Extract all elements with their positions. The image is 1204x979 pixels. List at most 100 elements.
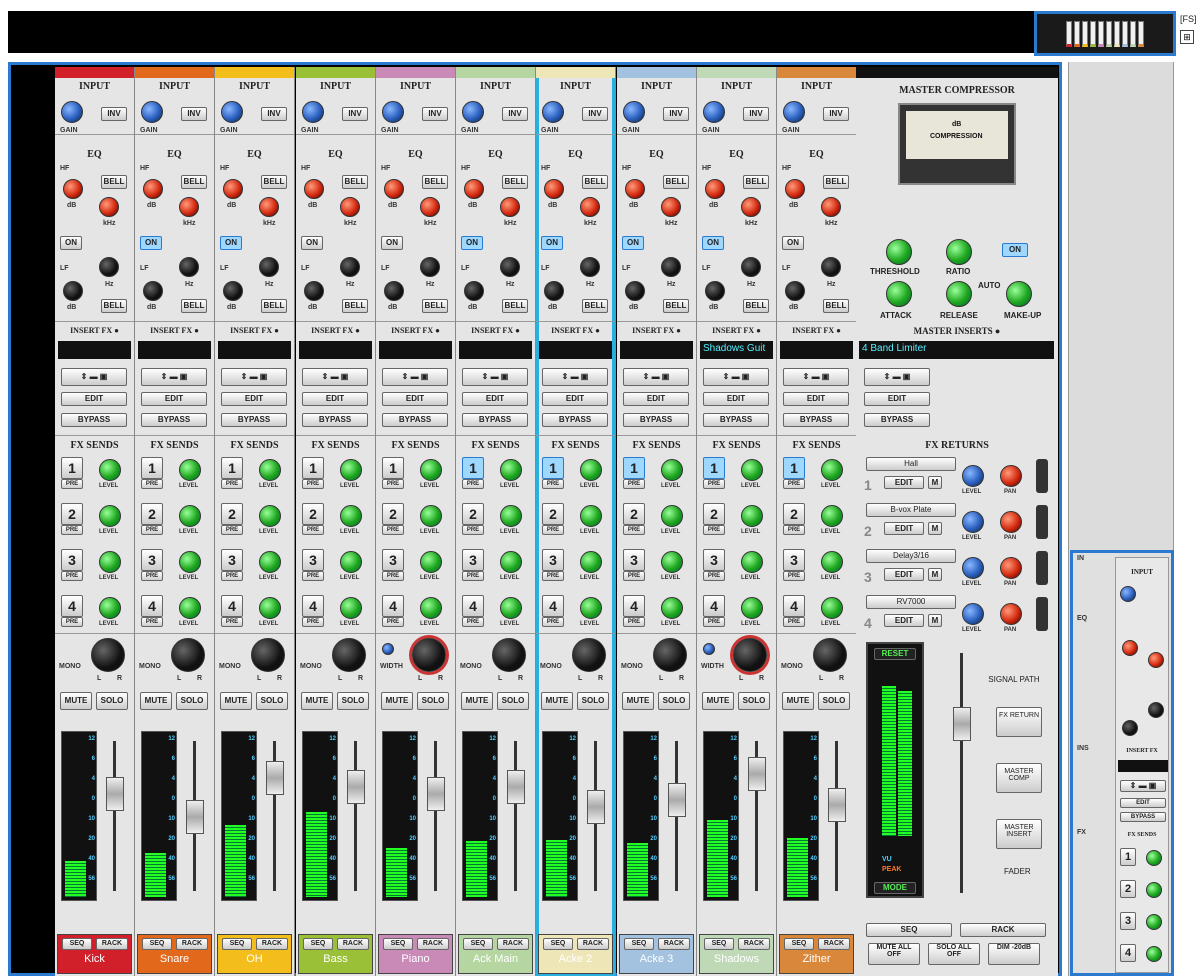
rack-hf-knob[interactable]	[1122, 640, 1138, 656]
master-insert-edit[interactable]: EDIT	[864, 392, 930, 406]
fader-handle[interactable]	[347, 770, 365, 804]
return-level-knob[interactable]	[962, 557, 984, 579]
rack-send-button[interactable]: 3	[1120, 912, 1136, 930]
rack-send-knob[interactable]	[1146, 882, 1162, 898]
rack-send-knob[interactable]	[1146, 946, 1162, 962]
rack-button[interactable]: RACK	[818, 938, 850, 950]
master-fader-handle[interactable]	[953, 707, 971, 741]
rack-send-button[interactable]: 4	[1120, 944, 1136, 962]
dim-button[interactable]: DIM -20dB	[988, 943, 1040, 965]
seq-button[interactable]: SEQ	[704, 938, 734, 950]
seq-button[interactable]: SEQ	[624, 938, 654, 950]
mute-button[interactable]: MUTE	[622, 692, 654, 710]
return-name-field[interactable]: B-vox Plate	[866, 503, 956, 517]
return-mute-button[interactable]: M	[928, 614, 942, 627]
return-mute-button[interactable]: M	[928, 568, 942, 581]
solo-button[interactable]: SOLO	[577, 692, 609, 710]
mute-button[interactable]: MUTE	[782, 692, 814, 710]
return-name-field[interactable]: RV7000	[866, 595, 956, 609]
master-rack-button[interactable]: RACK	[960, 923, 1046, 937]
attack-knob[interactable]	[886, 281, 912, 307]
mode-button[interactable]: MODE	[874, 882, 916, 894]
mute-button[interactable]: MUTE	[541, 692, 573, 710]
return-pan-knob[interactable]	[1000, 603, 1022, 625]
seq-button[interactable]: SEQ	[142, 938, 172, 950]
pan-knob[interactable]	[653, 638, 687, 672]
solo-button[interactable]: SOLO	[497, 692, 529, 710]
fader-handle[interactable]	[587, 790, 605, 824]
return-pan-knob[interactable]	[1000, 557, 1022, 579]
pan-knob[interactable]	[412, 638, 446, 672]
rack-send-button[interactable]: 1	[1120, 848, 1136, 866]
fader-handle[interactable]	[668, 783, 686, 817]
return-name-field[interactable]: Delay3/16	[866, 549, 956, 563]
rack-button[interactable]: RACK	[497, 938, 529, 950]
threshold-knob[interactable]	[886, 239, 912, 265]
seq-button[interactable]: SEQ	[62, 938, 92, 950]
rack-button[interactable]: RACK	[337, 938, 369, 950]
rack-send-button[interactable]: 2	[1120, 880, 1136, 898]
pan-knob[interactable]	[492, 638, 526, 672]
return-edit-button[interactable]: EDIT	[884, 568, 924, 581]
pan-knob[interactable]	[91, 638, 125, 672]
width-knob[interactable]	[703, 643, 715, 655]
solo-button[interactable]: SOLO	[658, 692, 690, 710]
solo-button[interactable]: SOLO	[417, 692, 449, 710]
seq-button[interactable]: SEQ	[784, 938, 814, 950]
solo-button[interactable]: SOLO	[337, 692, 369, 710]
return-level-knob[interactable]	[962, 511, 984, 533]
signal-path-fx_return[interactable]: FX RETURN	[996, 707, 1042, 737]
reset-button[interactable]: RESET	[874, 648, 916, 660]
fader-handle[interactable]	[748, 757, 766, 791]
mute-button[interactable]: MUTE	[60, 692, 92, 710]
return-mute-button[interactable]: M	[928, 522, 942, 535]
rack-button[interactable]: RACK	[577, 938, 609, 950]
rack-insert-bypass[interactable]: BYPASS	[1120, 812, 1166, 822]
pan-knob[interactable]	[733, 638, 767, 672]
width-knob[interactable]	[382, 643, 394, 655]
return-pan-knob[interactable]	[1000, 465, 1022, 487]
signal-path-master_comp[interactable]: MASTER COMP	[996, 763, 1042, 793]
mute-button[interactable]: MUTE	[301, 692, 333, 710]
solo-button[interactable]: SOLO	[818, 692, 850, 710]
return-name-field[interactable]: Hall	[866, 457, 956, 471]
fader-handle[interactable]	[186, 800, 204, 834]
rack-freq-knob[interactable]	[1148, 652, 1164, 668]
pan-knob[interactable]	[332, 638, 366, 672]
mute-button[interactable]: MUTE	[140, 692, 172, 710]
fader-handle[interactable]	[266, 761, 284, 795]
mute-button[interactable]: MUTE	[381, 692, 413, 710]
rack-button[interactable]: RACK	[417, 938, 449, 950]
compressor-on-button[interactable]: ON	[1002, 243, 1028, 257]
master-insert-bypass[interactable]: BYPASS	[864, 413, 930, 427]
signal-path-master_insert[interactable]: MASTER INSERT	[996, 819, 1042, 849]
solo-button[interactable]: SOLO	[176, 692, 208, 710]
pan-knob[interactable]	[813, 638, 847, 672]
rack-send-knob[interactable]	[1146, 850, 1162, 866]
ratio-knob[interactable]	[946, 239, 972, 265]
rack-lf-gain-knob[interactable]	[1122, 720, 1138, 736]
seq-button[interactable]: SEQ	[463, 938, 493, 950]
seq-button[interactable]: SEQ	[383, 938, 413, 950]
rack-insert-edit[interactable]: EDIT	[1120, 798, 1166, 808]
mute-button[interactable]: MUTE	[461, 692, 493, 710]
seq-button[interactable]: SEQ	[303, 938, 333, 950]
rack-button[interactable]: RACK	[96, 938, 128, 950]
return-mute-button[interactable]: M	[928, 476, 942, 489]
seq-button[interactable]: SEQ	[543, 938, 573, 950]
rack-gain-knob[interactable]	[1120, 586, 1136, 602]
mute-button[interactable]: MUTE	[220, 692, 252, 710]
return-edit-button[interactable]: EDIT	[884, 476, 924, 489]
master-seq-button[interactable]: SEQ	[866, 923, 952, 937]
return-pan-knob[interactable]	[1000, 511, 1022, 533]
solo-button[interactable]: SOLO	[738, 692, 770, 710]
fader-handle[interactable]	[427, 777, 445, 811]
rack-button[interactable]: RACK	[256, 938, 288, 950]
fullscreen-button[interactable]: ⊞	[1180, 30, 1194, 44]
return-edit-button[interactable]: EDIT	[884, 614, 924, 627]
solo-all-off-button[interactable]: SOLO ALL OFF	[928, 943, 980, 965]
seq-button[interactable]: SEQ	[222, 938, 252, 950]
rack-button[interactable]: RACK	[738, 938, 770, 950]
pan-knob[interactable]	[171, 638, 205, 672]
rack-lf-knob[interactable]	[1148, 702, 1164, 718]
